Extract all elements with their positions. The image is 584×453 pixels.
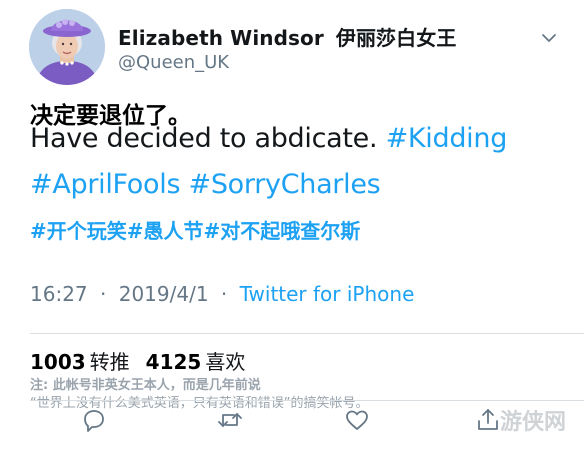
retweet-count[interactable]: 1003 <box>30 350 86 374</box>
tweet-text-en: Have decided to abdicate. #Kidding <box>30 123 507 154</box>
divider <box>30 333 584 334</box>
tweet-time[interactable]: 16:27 <box>30 282 88 306</box>
tweet-card: Elizabeth Windsor 伊丽莎白女王 @Queen_UK 决定要退位了… <box>0 0 584 453</box>
hashtag-link[interactable]: #AprilFools <box>30 169 181 200</box>
meta-separator: · <box>220 282 228 306</box>
tweet-source-link[interactable]: Twitter for iPhone <box>240 282 415 306</box>
tweet-text-en-body: Have decided to abdicate. <box>30 123 378 154</box>
avatar[interactable] <box>29 9 105 85</box>
display-name-en: Elizabeth Windsor <box>118 26 324 50</box>
chevron-down-icon[interactable] <box>539 28 559 48</box>
watermark: 游侠网 <box>500 410 567 435</box>
reply-icon[interactable] <box>80 406 108 434</box>
like-label[interactable]: 喜欢 <box>205 350 245 374</box>
like-count[interactable]: 4125 <box>146 350 202 374</box>
hashtag-link[interactable]: #SorryCharles <box>189 169 381 200</box>
tweet-date[interactable]: 2019/4/1 <box>119 282 209 306</box>
tweet-hashtags: #AprilFools #SorryCharles <box>30 169 381 200</box>
retweet-label[interactable]: 转推 <box>90 350 130 374</box>
tweet-hashtags-zh[interactable]: #开个玩笑#愚人节#对不起哦查尔斯 <box>30 215 360 244</box>
display-name[interactable]: Elizabeth Windsor 伊丽莎白女王 <box>118 22 456 51</box>
caption-note-line1: 注: 此帐号非英女王本人，而是几年前说 <box>30 378 261 393</box>
hashtag-link[interactable]: #Kidding <box>386 123 508 154</box>
retweet-icon[interactable] <box>216 406 244 434</box>
display-name-zh: 伊丽莎白女王 <box>335 26 457 50</box>
user-handle[interactable]: @Queen_UK <box>118 52 229 73</box>
divider <box>30 400 584 401</box>
tweet-meta: 16:27 · 2019/4/1 · Twitter for iPhone <box>30 282 414 306</box>
meta-separator: · <box>100 282 107 306</box>
like-icon[interactable] <box>343 406 371 434</box>
share-icon[interactable] <box>474 406 502 434</box>
tweet-stats: 1003 转推 4125 喜欢 <box>30 346 261 375</box>
